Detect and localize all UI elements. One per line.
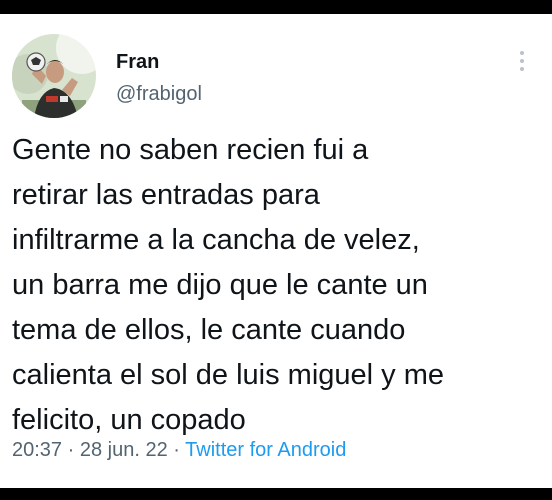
tweet-text-line: un barra me dijo que le cante un <box>12 269 428 301</box>
profile-photo-icon <box>12 34 96 118</box>
image-border-bottom <box>0 488 552 500</box>
image-border-top <box>0 0 552 14</box>
avatar[interactable] <box>12 34 96 118</box>
meta-separator: · <box>67 439 75 461</box>
tweet-text-line: retirar las entradas para <box>12 179 320 211</box>
more-vertical-icon <box>520 51 524 71</box>
tweet-source-link[interactable]: Twitter for Android <box>185 439 346 461</box>
meta-separator: · <box>173 439 180 461</box>
author-display-name[interactable]: Fran <box>116 50 159 74</box>
author-handle[interactable]: @frabigol <box>116 82 202 106</box>
tweet-text-line: infiltrarme a la cancha de velez, <box>12 224 420 256</box>
tweet-card: Fran @frabigol Gente no saben recien fui… <box>0 14 552 488</box>
tweet-text-line: Gente no saben recien fui a <box>12 134 369 166</box>
tweet-text: Gente no saben recien fui a retirar las … <box>12 128 542 443</box>
tweet-date[interactable]: 28 jun. 22 <box>80 439 168 461</box>
tweet-text-line: felicito, un copado <box>12 404 246 436</box>
tweet-time[interactable]: 20:37 <box>12 439 62 461</box>
tweet-text-line: calienta el sol de luis miguel y me <box>12 359 444 391</box>
tweet-text-line: tema de ellos, le cante cuando <box>12 314 406 346</box>
more-options-button[interactable] <box>512 48 532 74</box>
tweet-metadata: 20:37 · 28 jun. 22 · Twitter for Android <box>12 438 346 462</box>
